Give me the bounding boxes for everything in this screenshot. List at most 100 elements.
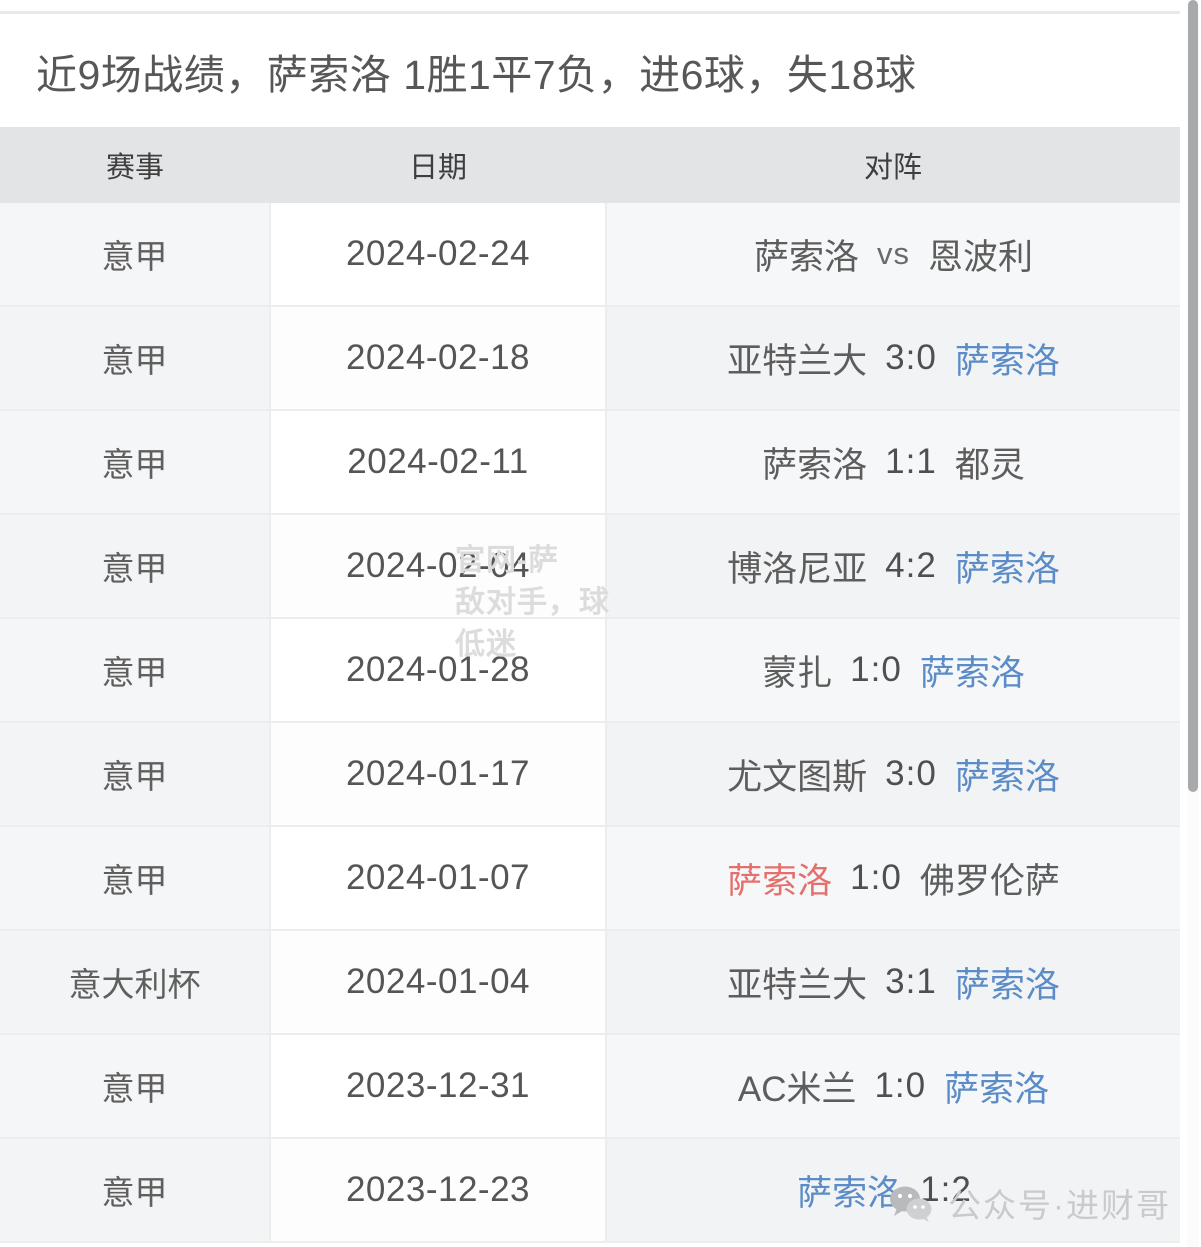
home-team-label: AC米兰 [737, 1069, 857, 1109]
cell-match: AC米兰 1:0 萨索洛 [606, 1034, 1180, 1139]
cell-competition: 意甲 [0, 514, 271, 619]
home-team-label: 萨索洛 [797, 1173, 903, 1213]
cell-date: 2023-12-31 [270, 1034, 607, 1139]
cell-match: 萨索洛 vs 恩波利 [606, 203, 1180, 307]
match-fixture: 萨索洛 vs 恩波利 [607, 203, 1180, 305]
cell-competition: 意甲 [0, 306, 271, 411]
competition-label: 意甲 [101, 238, 168, 275]
match-fixture: 萨索洛 1:1 都灵 [607, 411, 1180, 513]
cell-competition: 意甲 [0, 722, 271, 827]
table-row[interactable]: 意甲 2023-12-23 萨索洛 1:2 [0, 1138, 1180, 1243]
date-label: 2024-02-04 [345, 546, 531, 585]
competition-label: 意甲 [101, 654, 168, 691]
match-fixture: 萨索洛 1:2 [607, 1139, 1180, 1241]
competition-label: 意甲 [101, 1070, 168, 1107]
date-label: 2024-01-07 [345, 858, 531, 897]
vertical-scrollbar-thumb[interactable] [1188, 0, 1198, 792]
cell-match: 亚特兰大 3:0 萨索洛 [606, 306, 1180, 411]
match-fixture: 蒙扎 1:0 萨索洛 [607, 619, 1180, 721]
away-team-label: 佛罗伦萨 [919, 861, 1060, 901]
table-header: 赛事 日期 对阵 [0, 127, 1180, 203]
cell-match: 亚特兰大 3:1 萨索洛 [606, 930, 1180, 1035]
date-label: 2024-01-28 [345, 650, 531, 689]
cell-date: 2024-02-18 [270, 306, 607, 411]
table-row[interactable]: 意大利杯 2024-01-04 亚特兰大 3:1 萨索洛 [0, 930, 1180, 1035]
cell-date: 2024-01-17 [270, 722, 607, 827]
match-fixture: 亚特兰大 3:1 萨索洛 [607, 931, 1180, 1033]
table-row[interactable]: 意甲 2024-02-18 亚特兰大 3:0 萨索洛 [0, 306, 1180, 411]
away-team-label: 萨索洛 [954, 341, 1060, 381]
cell-match: 博洛尼亚 4:2 萨索洛 [606, 514, 1180, 619]
match-fixture: AC米兰 1:0 萨索洛 [607, 1035, 1180, 1137]
home-team-label: 萨索洛 [727, 861, 833, 901]
page-title: 近9场战绩，萨索洛 1胜1平7负，进6球，失18球 [36, 51, 917, 98]
away-team-label: 萨索洛 [944, 1069, 1050, 1109]
match-fixture: 尤文图斯 3:0 萨索洛 [607, 723, 1180, 825]
away-team-label: 萨索洛 [954, 757, 1060, 797]
cell-competition: 意甲 [0, 1138, 271, 1243]
date-label: 2024-01-04 [345, 962, 531, 1001]
table-row[interactable]: 意甲 2024-02-04 博洛尼亚 4:2 萨索洛 [0, 514, 1180, 619]
date-label: 2024-02-18 [345, 338, 531, 377]
home-team-label: 亚特兰大 [727, 341, 868, 381]
cell-date: 2024-01-04 [270, 930, 607, 1035]
date-label: 2023-12-31 [345, 1066, 531, 1105]
column-header-date: 日期 [270, 127, 606, 203]
table-body: 意甲 2024-02-24 萨索洛 vs 恩波利 意甲 2024-02-18 亚特兰大 3:0 萨… [0, 203, 1180, 1243]
match-score: 1:0 [850, 650, 902, 689]
table-row[interactable]: 意甲 2024-01-07 萨索洛 1:0 佛罗伦萨 [0, 826, 1180, 931]
competition-label: 意甲 [101, 1174, 168, 1211]
match-score: 3:1 [885, 962, 937, 1001]
column-header-match: 对阵 [606, 127, 1180, 203]
competition-label: 意甲 [101, 862, 168, 899]
competition-label: 意甲 [101, 342, 168, 379]
home-team-label: 萨索洛 [753, 237, 859, 277]
date-label: 2023-12-23 [345, 1170, 531, 1209]
cell-date: 2024-02-11 [270, 410, 607, 515]
cell-competition: 意甲 [0, 1034, 271, 1139]
cell-match: 萨索洛 1:1 都灵 [606, 410, 1180, 515]
cell-competition: 意甲 [0, 826, 271, 931]
cell-match: 萨索洛 1:2 [606, 1138, 1180, 1243]
home-team-label: 尤文图斯 [727, 757, 868, 797]
match-score: 1:2 [920, 1170, 972, 1209]
match-score: 1:1 [885, 442, 937, 481]
match-fixture: 博洛尼亚 4:2 萨索洛 [607, 515, 1180, 617]
match-score: 1:0 [874, 1066, 927, 1105]
match-score: 3:0 [885, 338, 937, 377]
cell-match: 萨索洛 1:0 佛罗伦萨 [606, 826, 1180, 931]
table-row[interactable]: 意甲 2024-01-17 尤文图斯 3:0 萨索洛 [0, 722, 1180, 827]
match-fixture: 萨索洛 1:0 佛罗伦萨 [607, 827, 1180, 929]
cell-competition: 意甲 [0, 618, 271, 723]
table-header-row: 赛事 日期 对阵 [0, 127, 1180, 203]
match-score: vs [877, 236, 910, 271]
match-score: 1:0 [850, 858, 902, 897]
table-row[interactable]: 意甲 2024-02-24 萨索洛 vs 恩波利 [0, 203, 1180, 307]
cell-match: 蒙扎 1:0 萨索洛 [606, 618, 1180, 723]
home-team-label: 蒙扎 [762, 653, 833, 693]
date-label: 2024-02-11 [347, 442, 529, 481]
competition-label: 意大利杯 [68, 966, 201, 1003]
table-row[interactable]: 意甲 2024-02-11 萨索洛 1:1 都灵 [0, 410, 1180, 515]
away-team-label: 都灵 [954, 445, 1025, 485]
cell-date: 2024-01-28 [270, 618, 607, 723]
cell-competition: 意大利杯 [0, 930, 271, 1035]
match-score: 4:2 [885, 546, 937, 585]
table-row[interactable]: 意甲 2024-01-28 蒙扎 1:0 萨索洛 [0, 618, 1180, 723]
cell-match: 尤文图斯 3:0 萨索洛 [606, 722, 1180, 827]
cell-date: 2024-02-24 [270, 203, 607, 307]
table-row[interactable]: 意甲 2023-12-31 AC米兰 1:0 萨索洛 [0, 1034, 1180, 1139]
away-team-label: 萨索洛 [954, 549, 1060, 589]
cell-competition: 意甲 [0, 410, 271, 515]
cell-date: 2024-01-07 [270, 826, 607, 931]
competition-label: 意甲 [101, 758, 168, 795]
competition-label: 意甲 [101, 446, 168, 483]
date-label: 2024-01-17 [345, 754, 531, 793]
cell-date: 2024-02-04 [270, 514, 607, 619]
away-team-label: 萨索洛 [954, 965, 1060, 1005]
match-history-page: 近9场战绩，萨索洛 1胜1平7负，进6球，失18球 赛事 日期 对阵 意甲 202… [0, 0, 1201, 1247]
home-team-label: 博洛尼亚 [727, 549, 868, 589]
match-score: 3:0 [885, 754, 937, 793]
away-team-label: 萨索洛 [919, 653, 1025, 693]
home-team-label: 亚特兰大 [727, 965, 868, 1005]
